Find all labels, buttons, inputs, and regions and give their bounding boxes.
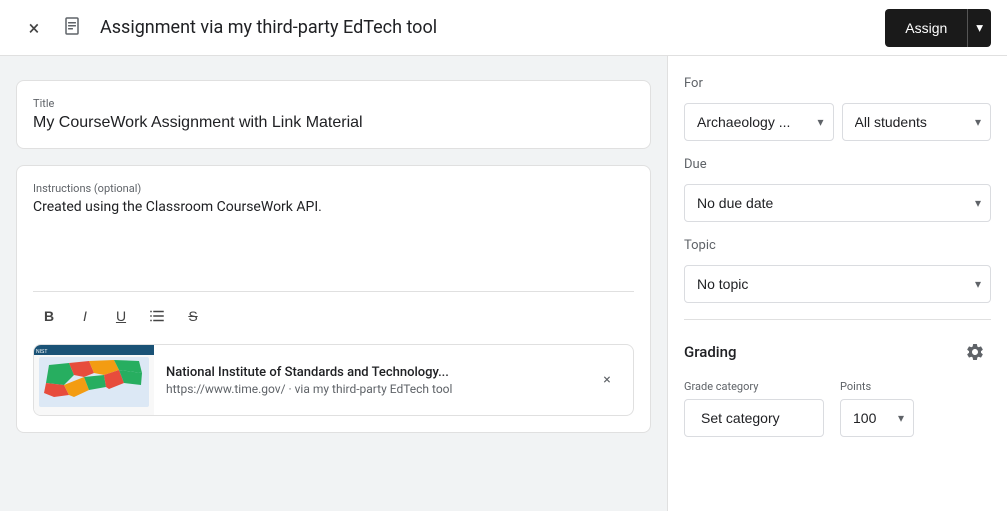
dropdown-chevron-icon: ▾ [976, 20, 983, 36]
grading-settings-button[interactable] [959, 336, 991, 368]
students-select-wrapper: All students ▾ [842, 103, 992, 141]
assign-dropdown-button[interactable]: ▾ [967, 9, 991, 47]
title-card: Title [16, 80, 651, 149]
grading-header: Grading [684, 336, 991, 368]
attachment-url-suffix: · via my third-party EdTech tool [286, 382, 453, 396]
points-col: Points 100 ▾ [840, 380, 914, 437]
instructions-text[interactable]: Created using the Classroom CourseWork A… [33, 199, 634, 279]
set-category-button[interactable]: Set category [684, 399, 824, 437]
format-toolbar: B I U S [33, 291, 634, 332]
left-panel: Title Instructions (optional) Created us… [0, 56, 667, 511]
list-button[interactable] [141, 300, 173, 332]
svg-text:NIST: NIST [36, 349, 47, 355]
attachment-title: National Institute of Standards and Tech… [166, 365, 577, 380]
grading-divider [684, 319, 991, 320]
bold-button[interactable]: B [33, 300, 65, 332]
close-icon: × [603, 372, 610, 388]
topic-select-wrapper: No topic ▾ [684, 265, 991, 303]
grade-category-col: Grade category Set category [684, 380, 824, 437]
due-label: Due [684, 157, 991, 172]
strikethrough-button[interactable]: S [177, 300, 209, 332]
due-select[interactable]: No due date [684, 184, 991, 222]
class-select-wrapper: Archaeology ... ▾ [684, 103, 834, 141]
title-input[interactable] [33, 114, 634, 132]
grade-category-label: Grade category [684, 380, 824, 393]
grading-row: Grade category Set category Points 100 ▾ [684, 380, 991, 437]
instructions-card: Instructions (optional) Created using th… [16, 165, 651, 433]
attachment-url-text: https://www.time.gov/ [166, 382, 286, 396]
attachment-thumbnail: NIST [34, 345, 154, 415]
topbar: × Assignment via my third-party EdTech t… [0, 0, 1007, 56]
attachment-url: https://www.time.gov/ · via my third-par… [166, 382, 577, 396]
points-select-wrapper: 100 ▾ [840, 399, 914, 437]
instructions-label: Instructions (optional) [33, 182, 634, 195]
main-content: Title Instructions (optional) Created us… [0, 56, 1007, 511]
attachment-info: National Institute of Standards and Tech… [154, 357, 589, 404]
page-title: Assignment via my third-party EdTech too… [100, 17, 885, 38]
attachment-close-button[interactable]: × [589, 362, 625, 398]
attachment: NIST [33, 344, 634, 416]
topic-select[interactable]: No topic [684, 265, 991, 303]
class-select[interactable]: Archaeology ... [684, 103, 834, 141]
right-panel: For Archaeology ... ▾ All students ▾ Due… [667, 56, 1007, 511]
title-label: Title [33, 97, 634, 110]
assign-button-group: Assign ▾ [885, 9, 991, 47]
points-select[interactable]: 100 [840, 399, 914, 437]
grading-title: Grading [684, 343, 736, 361]
assign-button[interactable]: Assign [885, 9, 967, 47]
students-select[interactable]: All students [842, 103, 992, 141]
topic-label: Topic [684, 238, 991, 253]
underline-button[interactable]: U [105, 300, 137, 332]
close-icon: × [29, 16, 40, 40]
due-select-wrapper: No due date ▾ [684, 184, 991, 222]
points-label: Points [840, 380, 914, 393]
italic-button[interactable]: I [69, 300, 101, 332]
doc-icon [56, 10, 92, 46]
for-label: For [684, 76, 991, 91]
for-row: Archaeology ... ▾ All students ▾ [684, 103, 991, 141]
close-button[interactable]: × [16, 10, 52, 46]
